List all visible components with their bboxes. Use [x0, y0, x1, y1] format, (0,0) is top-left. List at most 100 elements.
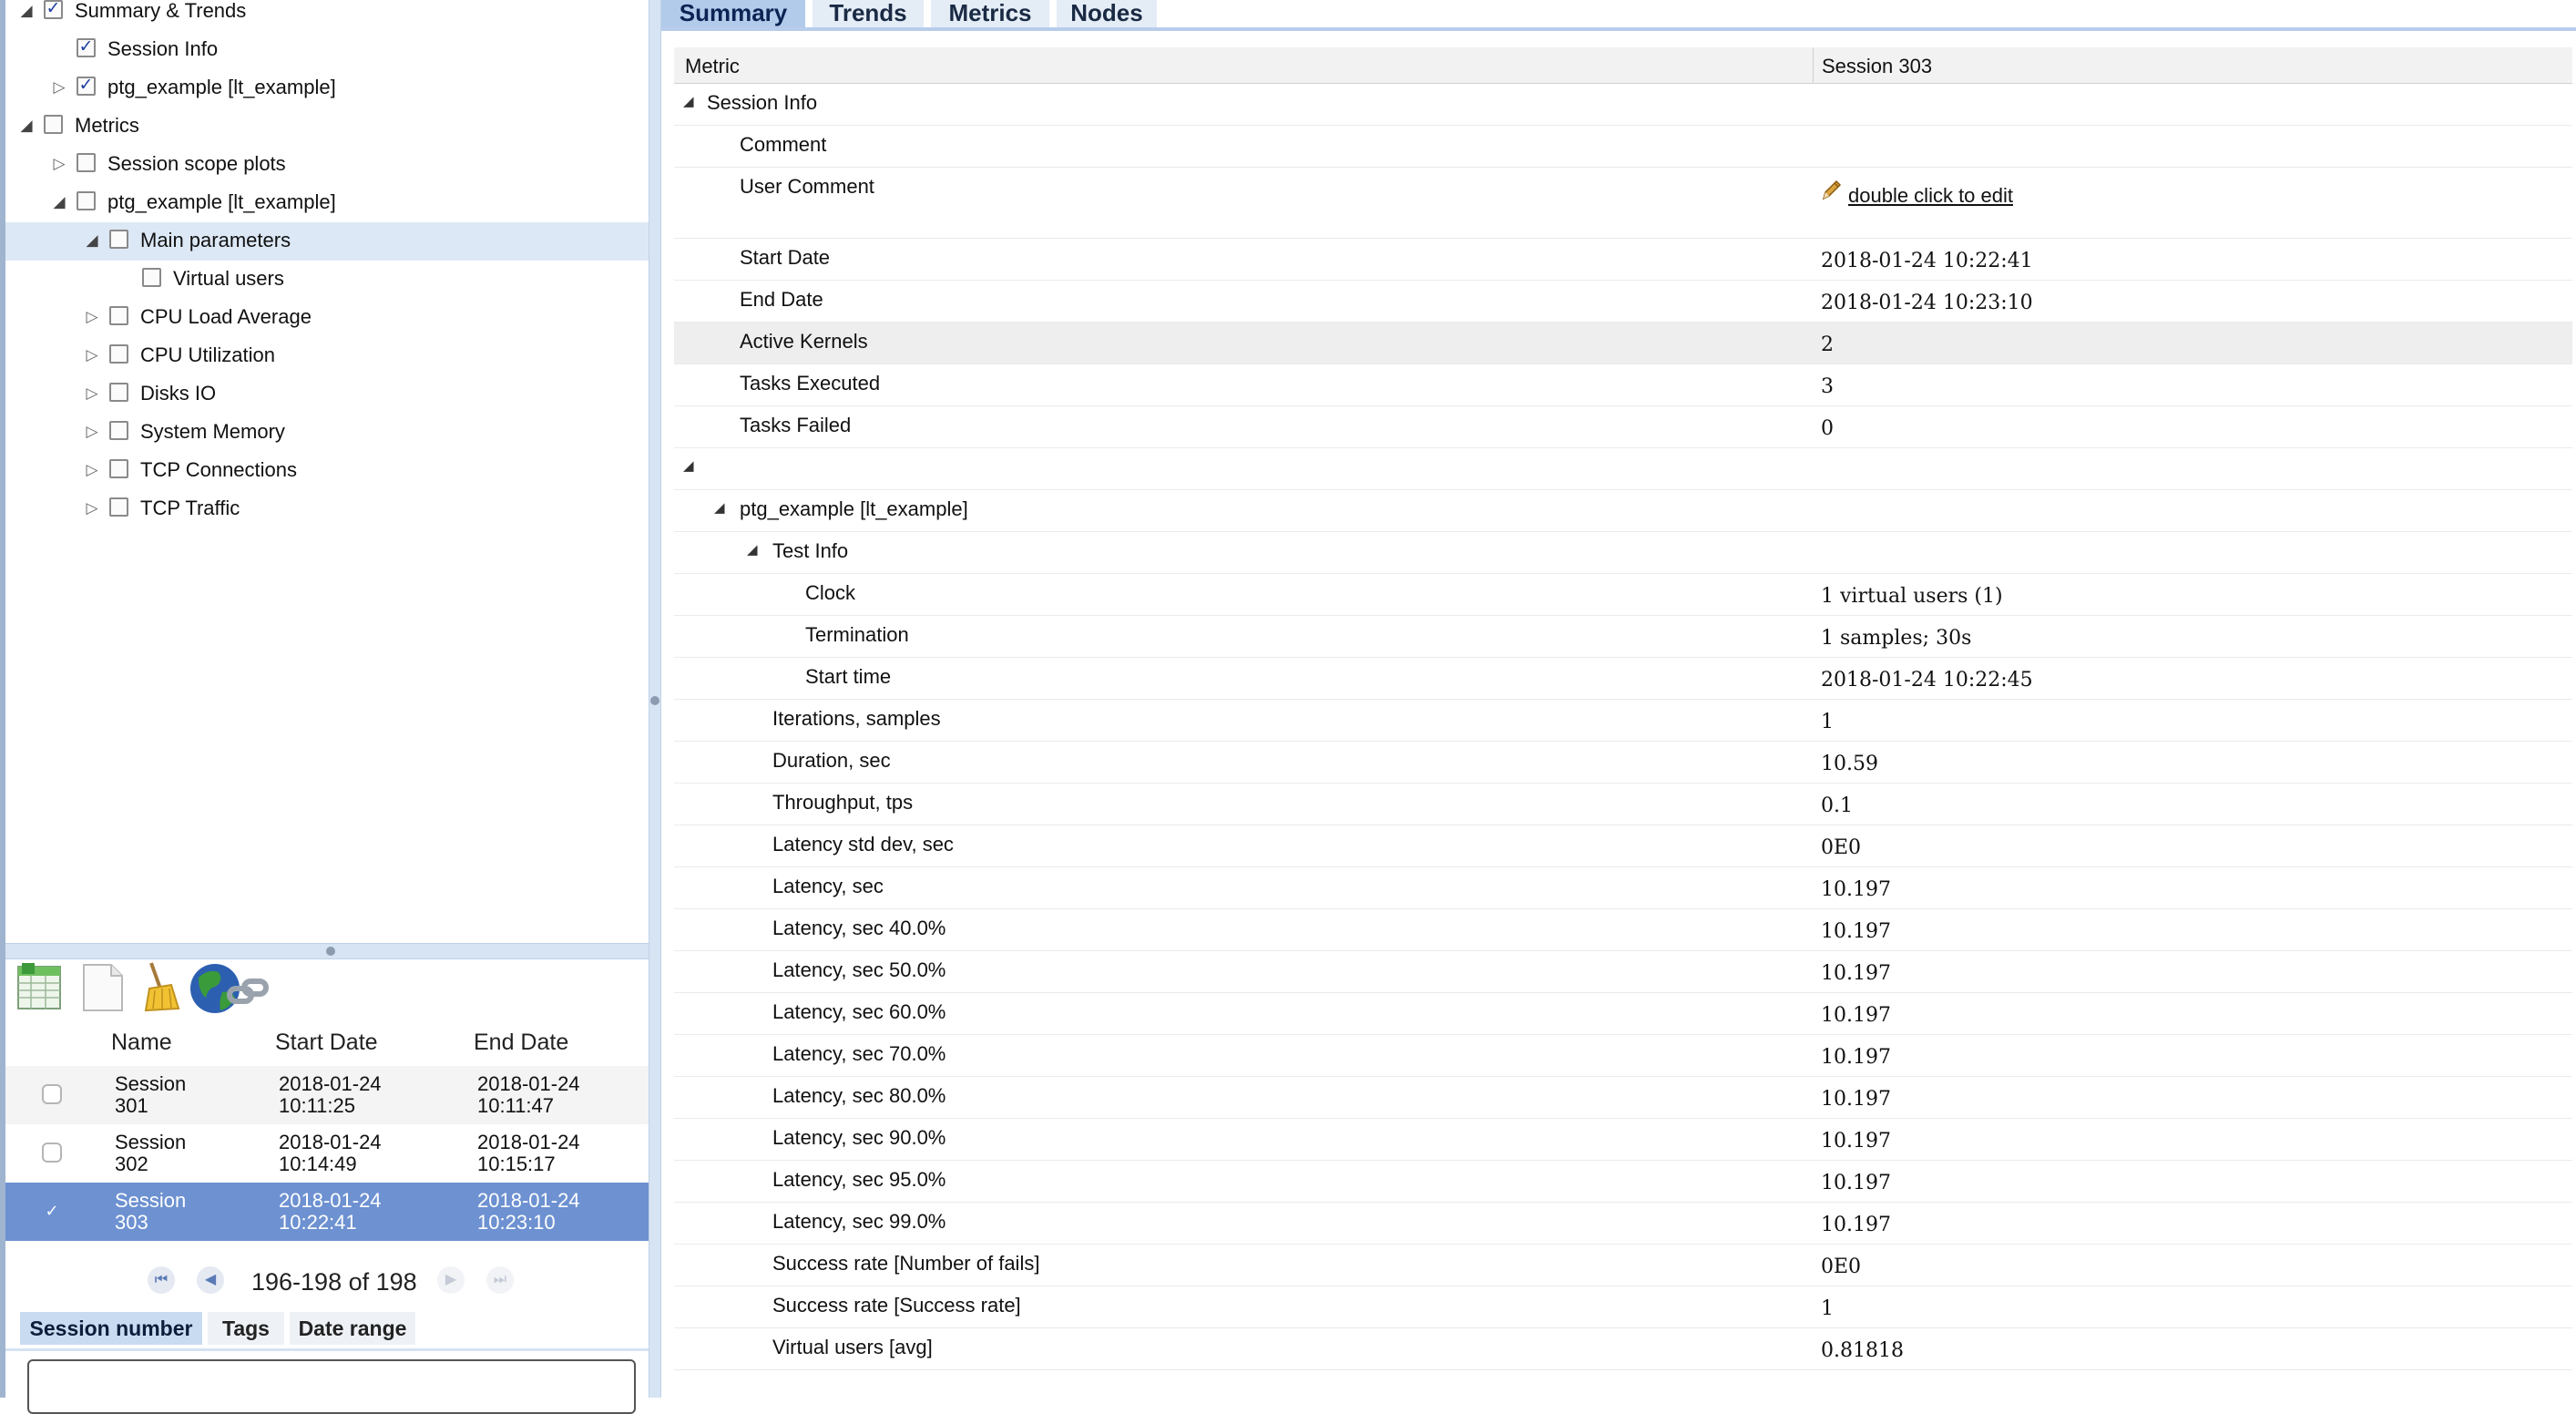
grid-row[interactable]: Latency, sec 80.0% 10.197: [674, 1077, 2572, 1119]
tab-metrics[interactable]: Metrics: [931, 0, 1049, 27]
globe-link-icon[interactable]: [188, 961, 270, 1013]
grid-row[interactable]: Success rate [Success rate] 1: [674, 1286, 2572, 1328]
tree-item[interactable]: ◢ Metrics: [5, 108, 649, 146]
session-row[interactable]: Session 301 2018-01-24 10:11:25 2018-01-…: [5, 1066, 649, 1124]
grid-row[interactable]: Iterations, samples 1: [674, 700, 2572, 742]
grid-row[interactable]: Tasks Failed 0: [674, 406, 2572, 448]
user-comment-edit-link[interactable]: double click to edit: [1848, 184, 2013, 208]
session-checkbox[interactable]: [42, 1142, 62, 1163]
grid-row[interactable]: Duration, sec 10.59: [674, 742, 2572, 784]
vertical-splitter[interactable]: [649, 0, 661, 1398]
grid-row[interactable]: ◢ Session Info: [674, 84, 2572, 126]
expanded-triangle-icon[interactable]: ◢: [683, 93, 694, 109]
column-name-header[interactable]: Name: [111, 1030, 172, 1056]
grid-row[interactable]: Termination 1 samples; 30s: [674, 616, 2572, 658]
tree-item[interactable]: ▷ Disks IO: [5, 375, 649, 414]
tree-checkbox[interactable]: [109, 230, 128, 249]
tab-session-number[interactable]: Session number: [20, 1312, 202, 1345]
tree-item[interactable]: ▷ CPU Load Average: [5, 299, 649, 337]
session-checkbox-checked[interactable]: ✓: [42, 1201, 62, 1221]
tree-checkbox[interactable]: [109, 421, 128, 440]
grid-row[interactable]: Latency, sec 40.0% 10.197: [674, 909, 2572, 951]
tree-checkbox[interactable]: [44, 115, 63, 134]
session-row-selected[interactable]: ✓ Session 303 2018-01-24 10:22:41 2018-0…: [5, 1183, 649, 1241]
expanded-triangle-icon[interactable]: ◢: [51, 193, 67, 211]
grid-row[interactable]: Latency, sec 70.0% 10.197: [674, 1035, 2572, 1077]
next-page-icon[interactable]: ▶: [437, 1266, 465, 1294]
grid-row[interactable]: Tasks Executed 3: [674, 364, 2572, 406]
tree-item[interactable]: ▷ TCP Traffic: [5, 490, 649, 528]
tree-item[interactable]: ▷ ✓ ptg_example [lt_example]: [5, 69, 649, 108]
tree-item[interactable]: ◢ ✓ Summary & Trends: [5, 0, 649, 31]
expanded-triangle-icon[interactable]: ◢: [84, 231, 100, 250]
grid-row[interactable]: Latency, sec 99.0% 10.197: [674, 1203, 2572, 1245]
filter-input[interactable]: [27, 1359, 636, 1414]
tree-checkbox[interactable]: [109, 306, 128, 325]
grid-row[interactable]: Latency, sec 50.0% 10.197: [674, 951, 2572, 993]
grid-row[interactable]: Comment: [674, 126, 2572, 168]
splitter-grip-icon[interactable]: [326, 947, 335, 956]
column-end-date-header[interactable]: End Date: [474, 1030, 568, 1056]
collapsed-triangle-icon[interactable]: ▷: [84, 308, 100, 326]
grid-row[interactable]: User Comment double click to edit: [674, 168, 2572, 239]
grid-row[interactable]: Throughput, tps 0.1: [674, 784, 2572, 825]
expanded-triangle-icon[interactable]: ◢: [683, 457, 694, 474]
grid-row[interactable]: Latency, sec 10.197: [674, 867, 2572, 909]
grid-row[interactable]: Latency std dev, sec 0E0: [674, 825, 2572, 867]
collapsed-triangle-icon[interactable]: ▷: [84, 461, 100, 479]
tab-trends[interactable]: Trends: [813, 0, 924, 27]
tree-checkbox[interactable]: [109, 344, 128, 364]
tree-checkbox-checked[interactable]: ✓: [77, 38, 96, 57]
session-row[interactable]: Session 302 2018-01-24 10:14:49 2018-01-…: [5, 1124, 649, 1183]
grid-row[interactable]: ◢ Test Info: [674, 532, 2572, 574]
previous-page-icon[interactable]: ◀: [197, 1266, 224, 1294]
tree-checkbox[interactable]: [77, 191, 96, 210]
expanded-triangle-icon[interactable]: ◢: [18, 117, 35, 135]
tree-item[interactable]: ✓ Session Info: [5, 31, 649, 69]
tree-item[interactable]: ▷ Session scope plots: [5, 146, 649, 184]
spreadsheet-icon[interactable]: [15, 961, 66, 1012]
tree-item[interactable]: ◢ Main parameters: [5, 222, 649, 261]
grid-row[interactable]: Active Kernels 2: [674, 323, 2572, 364]
collapsed-triangle-icon[interactable]: ▷: [84, 384, 100, 403]
horizontal-splitter[interactable]: [5, 943, 652, 959]
tree-item[interactable]: ◢ ptg_example [lt_example]: [5, 184, 649, 222]
tree-checkbox[interactable]: [77, 153, 96, 172]
tree-checkbox-checked[interactable]: ✓: [77, 77, 96, 96]
tree-checkbox[interactable]: [109, 497, 128, 517]
tab-nodes[interactable]: Nodes: [1057, 0, 1157, 27]
grid-row[interactable]: Latency, sec 90.0% 10.197: [674, 1119, 2572, 1161]
collapsed-triangle-icon[interactable]: ▷: [84, 499, 100, 517]
grid-row[interactable]: ◢ ptg_example [lt_example]: [674, 490, 2572, 532]
grid-row[interactable]: ◢: [674, 448, 2572, 490]
pencil-icon[interactable]: [1821, 179, 1843, 202]
broom-icon[interactable]: [133, 961, 184, 1012]
expanded-triangle-icon[interactable]: ◢: [18, 2, 35, 20]
grid-row[interactable]: Start Date 2018-01-24 10:22:41: [674, 239, 2572, 281]
tree-item[interactable]: Virtual users: [5, 261, 649, 299]
grid-row[interactable]: Latency, sec 60.0% 10.197: [674, 993, 2572, 1035]
blank-document-icon[interactable]: [77, 961, 128, 1012]
grid-row[interactable]: End Date 2018-01-24 10:23:10: [674, 281, 2572, 323]
expanded-triangle-icon[interactable]: ◢: [714, 499, 725, 516]
tab-summary[interactable]: Summary: [661, 0, 805, 27]
tree-item[interactable]: ▷ System Memory: [5, 414, 649, 452]
collapsed-triangle-icon[interactable]: ▷: [51, 155, 67, 173]
column-separator[interactable]: [1813, 47, 1814, 84]
collapsed-triangle-icon[interactable]: ▷: [84, 423, 100, 441]
tab-tags[interactable]: Tags: [208, 1312, 284, 1345]
session-column-header[interactable]: Session 303: [1822, 55, 1932, 78]
collapsed-triangle-icon[interactable]: ▷: [51, 78, 67, 97]
expanded-triangle-icon[interactable]: ◢: [747, 541, 758, 558]
grid-row[interactable]: Latency, sec 95.0% 10.197: [674, 1161, 2572, 1203]
metric-column-header[interactable]: Metric: [685, 55, 740, 78]
splitter-grip-icon[interactable]: [650, 696, 659, 705]
session-checkbox[interactable]: [42, 1084, 62, 1104]
tree-checkbox[interactable]: [109, 459, 128, 478]
grid-row[interactable]: Virtual users [avg] 0.81818: [674, 1328, 2572, 1370]
tree-checkbox[interactable]: [109, 383, 128, 402]
grid-row[interactable]: Clock 1 virtual users (1): [674, 574, 2572, 616]
collapsed-triangle-icon[interactable]: ▷: [84, 346, 100, 364]
tree-item[interactable]: ▷ CPU Utilization: [5, 337, 649, 375]
tree-item[interactable]: ▷ TCP Connections: [5, 452, 649, 490]
